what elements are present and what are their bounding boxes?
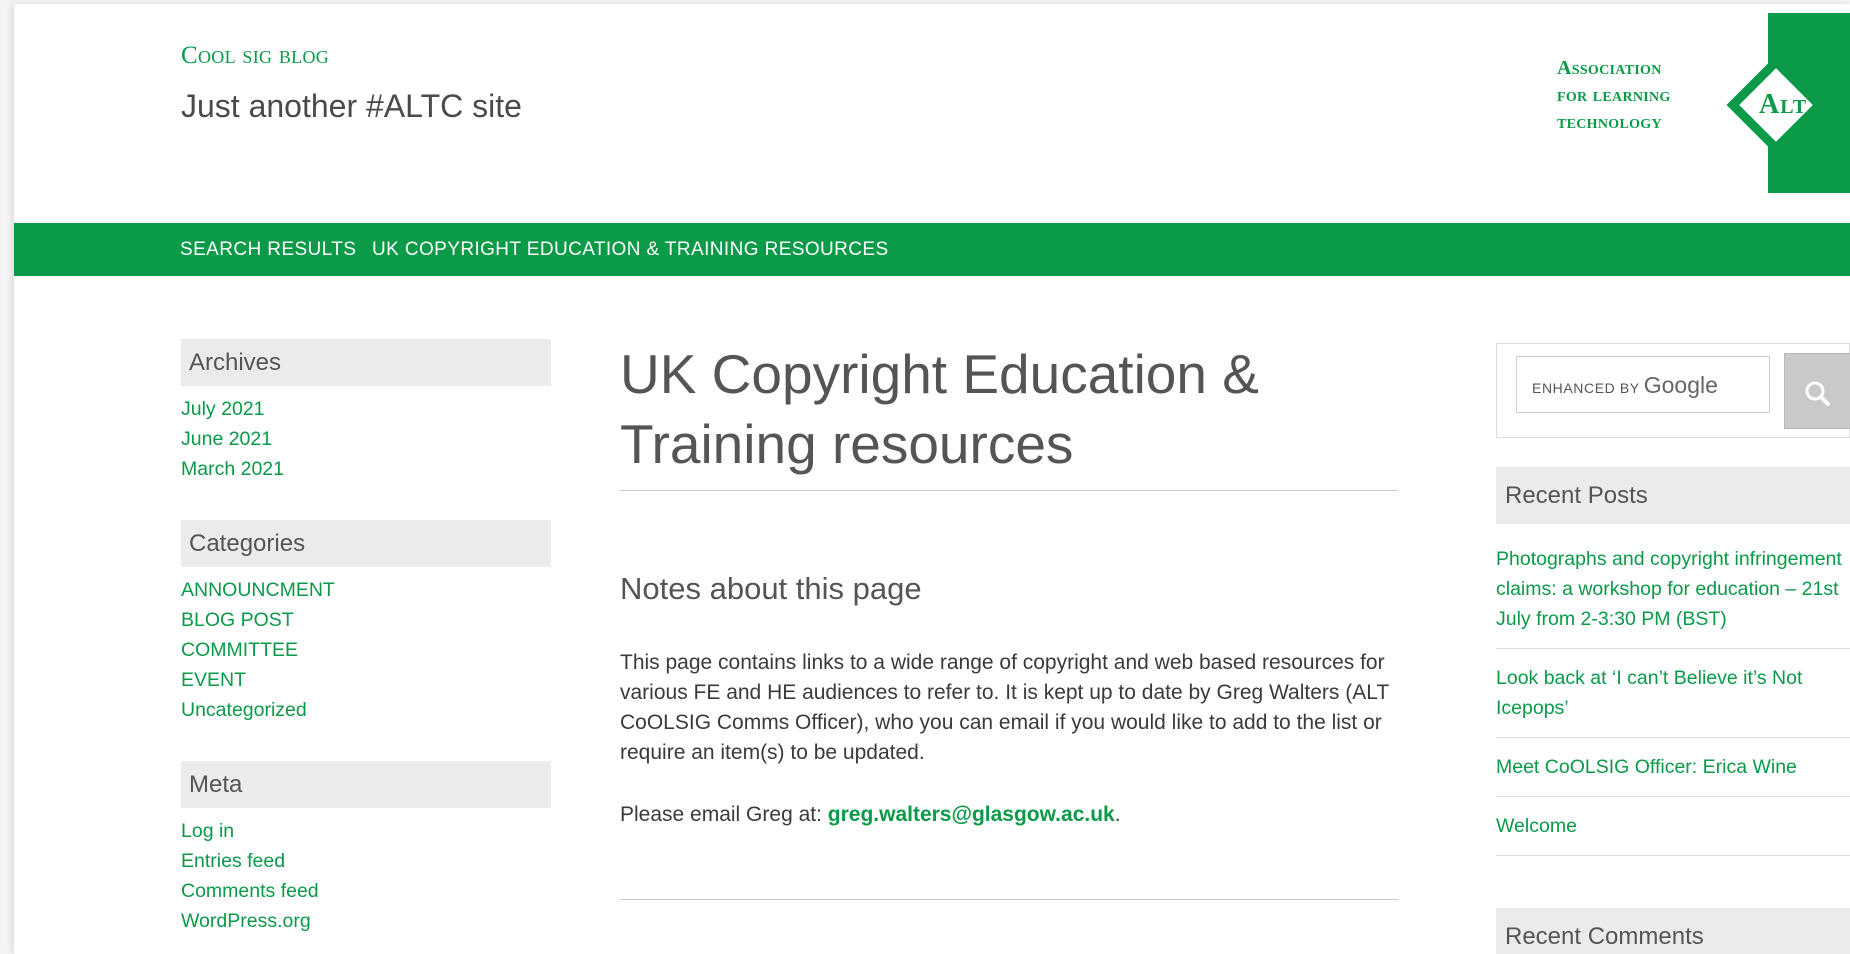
list-item: June 2021 xyxy=(181,424,284,454)
recent-posts-heading: Recent Posts xyxy=(1496,467,1850,524)
list-item: Log in xyxy=(181,816,319,846)
alt-logo-line: for learning xyxy=(1557,84,1671,106)
recent-comments-heading: Recent Comments xyxy=(1496,908,1850,954)
meta-heading: Meta xyxy=(181,761,551,808)
alt-logo-wordmark: Association for learning technology xyxy=(1557,55,1671,136)
list-item: Meet CoOLSIG Officer: Erica Wine xyxy=(1496,752,1850,797)
alt-logo-mark: Alt xyxy=(1759,89,1808,120)
category-link[interactable]: Uncategorized xyxy=(181,699,307,721)
alt-logo[interactable]: Association for learning technology Alt xyxy=(1557,13,1850,193)
list-item: ANNOUNCMENT xyxy=(181,575,335,605)
archive-link[interactable]: March 2021 xyxy=(181,458,284,480)
list-item: Welcome xyxy=(1496,811,1850,856)
list-item: Comments feed xyxy=(181,876,319,906)
list-item: Uncategorized xyxy=(181,695,335,725)
alt-logo-line: technology xyxy=(1557,111,1662,133)
recent-post-link[interactable]: Photographs and copyright infringement c… xyxy=(1496,548,1842,630)
email-paragraph: Please email Greg at: greg.walters@glasg… xyxy=(620,800,1410,830)
list-item: Entries feed xyxy=(181,846,319,876)
list-item: Photographs and copyright infringement c… xyxy=(1496,544,1850,649)
site-title-link[interactable]: Cool sig blog xyxy=(181,42,329,70)
recent-post-link[interactable]: Meet CoOLSIG Officer: Erica Wine xyxy=(1496,756,1797,778)
meta-list: Log in Entries feed Comments feed WordPr… xyxy=(181,816,319,936)
email-link[interactable]: greg.walters@glasgow.ac.uk xyxy=(828,803,1115,826)
recent-post-link[interactable]: Look back at ‘I can’t Believe it’s Not I… xyxy=(1496,667,1802,719)
category-link[interactable]: BLOG POST xyxy=(181,609,294,631)
category-link[interactable]: EVENT xyxy=(181,669,246,691)
search-input[interactable] xyxy=(1516,356,1770,413)
search-icon xyxy=(1805,381,1830,406)
category-link[interactable]: ANNOUNCMENT xyxy=(181,579,335,601)
archive-link[interactable]: July 2021 xyxy=(181,398,264,420)
intro-paragraph: This page contains links to a wide range… xyxy=(620,651,1389,764)
list-item: BLOG POST xyxy=(181,605,335,635)
nav-item-search-results[interactable]: SEARCH RESULTS xyxy=(180,223,356,276)
list-item: WordPress.org xyxy=(181,906,319,936)
content-divider xyxy=(620,899,1398,900)
search-widget: ENHANCED BY Google xyxy=(1496,343,1850,438)
categories-heading: Categories xyxy=(181,520,551,567)
recent-post-link[interactable]: Welcome xyxy=(1496,815,1577,837)
category-link[interactable]: COMMITTEE xyxy=(181,639,298,661)
email-suffix: . xyxy=(1114,803,1121,826)
recent-posts-list: Photographs and copyright infringement c… xyxy=(1496,544,1850,870)
main-navbar: SEARCH RESULTS UK COPYRIGHT EDUCATION & … xyxy=(14,223,1850,276)
archive-link[interactable]: June 2021 xyxy=(181,428,272,450)
notes-heading: Notes about this page xyxy=(620,571,922,606)
meta-link-login[interactable]: Log in xyxy=(181,820,234,842)
site-tagline: Just another #ALTC site xyxy=(181,88,522,124)
list-item: EVENT xyxy=(181,665,335,695)
meta-link-comments-feed[interactable]: Comments feed xyxy=(181,880,319,902)
list-item: July 2021 xyxy=(181,394,284,424)
title-divider xyxy=(620,490,1398,491)
page: Cool sig blog Just another #ALTC site As… xyxy=(14,4,1850,954)
archives-list: July 2021 June 2021 March 2021 xyxy=(181,394,284,484)
page-title: UK Copyright Education & Training resour… xyxy=(620,343,1259,475)
email-prefix: Please email Greg at: xyxy=(620,803,828,826)
meta-link-wordpress[interactable]: WordPress.org xyxy=(181,910,311,932)
list-item: COMMITTEE xyxy=(181,635,335,665)
alt-logo-line: Association xyxy=(1557,57,1662,79)
archives-heading: Archives xyxy=(181,339,551,386)
categories-list: ANNOUNCMENT BLOG POST COMMITTEE EVENT Un… xyxy=(181,575,335,725)
list-item: Look back at ‘I can’t Believe it’s Not I… xyxy=(1496,663,1850,738)
search-button[interactable] xyxy=(1784,353,1850,429)
nav-item-uk-copyright[interactable]: UK COPYRIGHT EDUCATION & TRAINING RESOUR… xyxy=(372,223,889,276)
list-item: March 2021 xyxy=(181,454,284,484)
meta-link-entries-feed[interactable]: Entries feed xyxy=(181,850,285,872)
